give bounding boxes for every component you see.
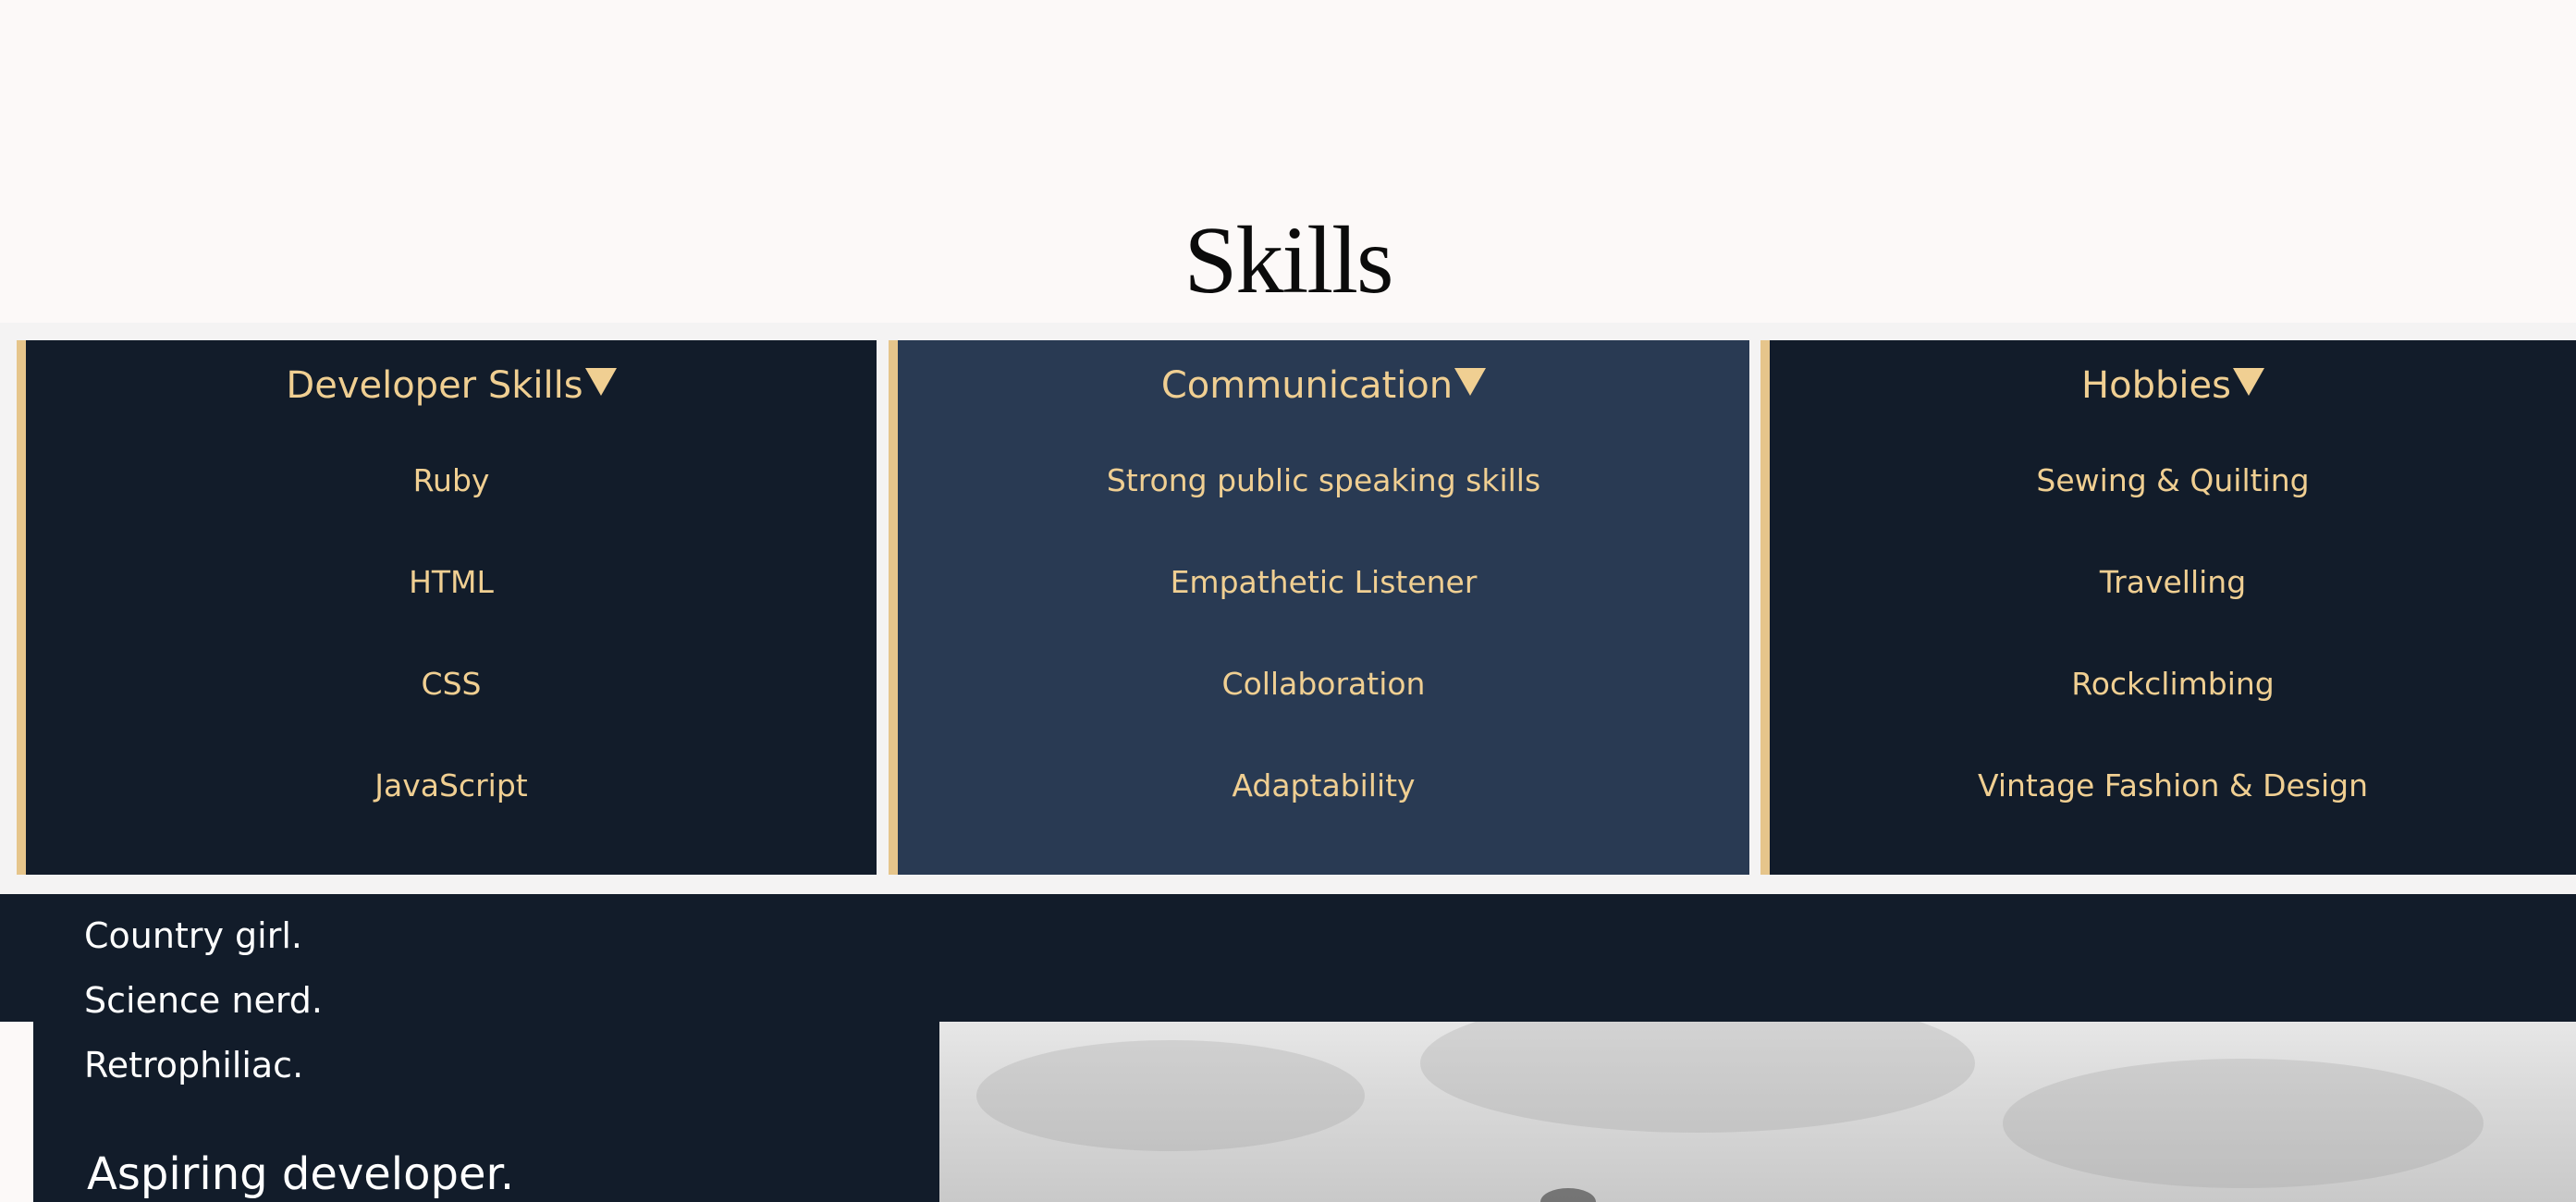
skill-column-hobbies: Hobbies Sewing & Quilting Travelling Roc… <box>1760 340 2576 875</box>
list-item: Adaptability <box>1232 767 1416 803</box>
cloud-shape <box>1420 1022 1975 1133</box>
list-item: Vintage Fashion & Design <box>1977 767 2369 803</box>
skill-column-communication: Communication Strong public speaking ski… <box>889 340 1749 875</box>
list-item: Empathetic Listener <box>1170 564 1478 600</box>
tagline-line: Science nerd. <box>84 980 324 1021</box>
about-band <box>0 894 2576 1022</box>
list-item: Rockclimbing <box>2071 666 2275 702</box>
caret-down-icon <box>584 368 617 396</box>
list-item: CSS <box>421 666 482 702</box>
caret-down-icon <box>2232 368 2264 396</box>
column-title-toggle[interactable]: Communication <box>898 362 1749 409</box>
list-item: HTML <box>409 564 494 600</box>
list-item: Ruby <box>412 462 490 498</box>
column-title: Hobbies <box>2081 364 2231 407</box>
tagline-line: Country girl. <box>84 915 302 956</box>
list-item: Collaboration <box>1221 666 1426 702</box>
column-title-toggle[interactable]: Hobbies <box>1770 362 2576 409</box>
list-item: Travelling <box>2099 564 2247 600</box>
list-item: Strong public speaking skills <box>1106 462 1541 498</box>
treetop-shape <box>1540 1188 1596 1202</box>
column-title: Developer Skills <box>286 364 583 407</box>
about-headline: Aspiring developer. <box>87 1148 515 1200</box>
caret-down-icon <box>1454 368 1487 396</box>
column-title-toggle[interactable]: Developer Skills <box>26 362 877 409</box>
landscape-photo <box>939 1022 2576 1202</box>
list-item: JavaScript <box>374 767 528 803</box>
tagline-line: Retrophiliac. <box>84 1045 304 1085</box>
cloud-shape <box>2003 1059 2484 1188</box>
cloud-shape <box>976 1040 1365 1151</box>
column-title: Communication <box>1160 364 1454 407</box>
skills-heading: Skills <box>1184 207 1394 313</box>
list-item: Sewing & Quilting <box>2036 462 2310 498</box>
skill-column-developer: Developer Skills Ruby HTML CSS JavaScrip… <box>17 340 877 875</box>
